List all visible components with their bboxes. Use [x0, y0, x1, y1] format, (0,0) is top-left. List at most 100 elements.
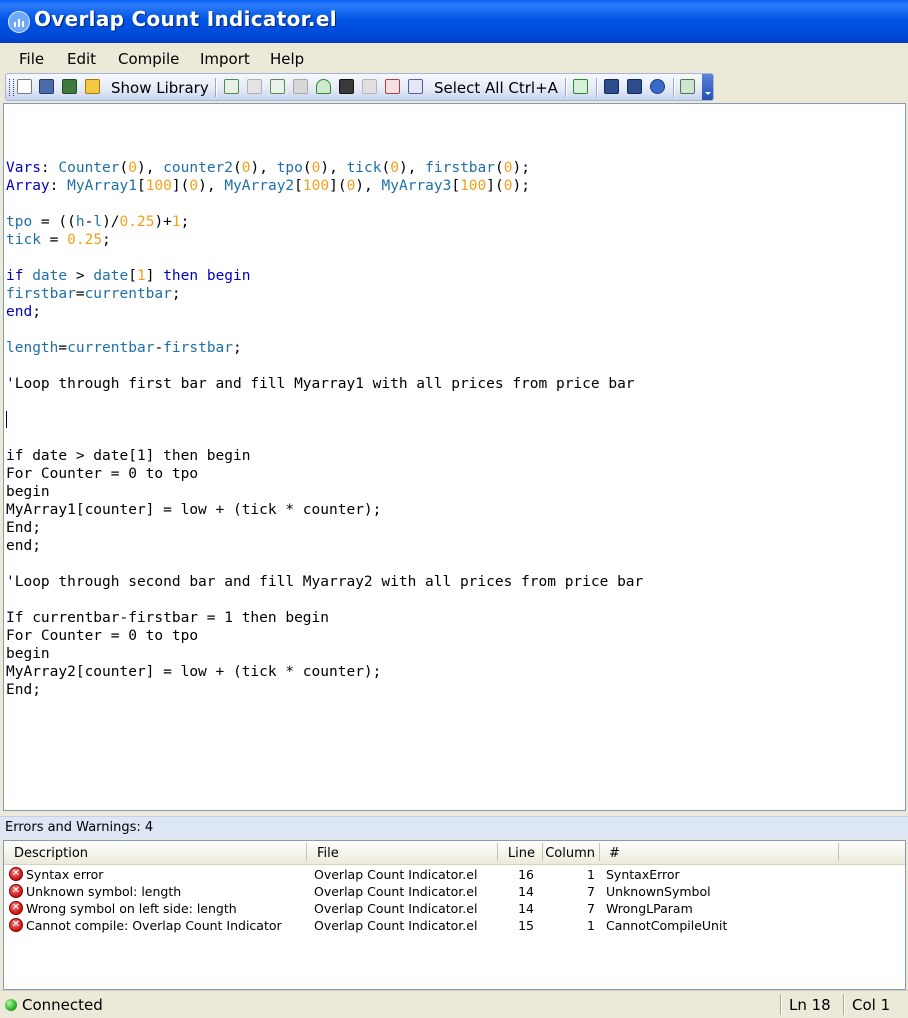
menu-compile[interactable]: Compile	[118, 50, 179, 68]
menu-help[interactable]: Help	[270, 50, 304, 68]
code-line: tick = 0.25;	[6, 232, 111, 248]
code-editor[interactable]: Vars: Counter(0), counter2(0), tpo(0), t…	[3, 103, 906, 811]
undo-icon[interactable]	[293, 79, 308, 94]
status-divider	[780, 994, 782, 1015]
code-line: end;	[6, 304, 41, 320]
find-icon[interactable]	[339, 79, 354, 94]
error-description: Wrong symbol on left side: length	[26, 901, 237, 916]
cursor-line: Ln 18	[789, 996, 831, 1014]
help-topics-icon[interactable]	[604, 79, 619, 94]
properties-icon[interactable]	[680, 79, 695, 94]
code-line: tpo = ((h-l)/0.25)+1;	[6, 214, 190, 230]
text-caret	[6, 411, 7, 428]
code-line: For Counter = 0 to tpo	[6, 466, 199, 482]
code-line: begin	[6, 484, 50, 500]
menu-file[interactable]: File	[19, 50, 44, 68]
errors-list[interactable]: Description File Line Column # ✕ Syntax e…	[3, 840, 906, 990]
context-help-icon[interactable]	[627, 79, 642, 94]
toolbar-overflow-chevron-icon[interactable]	[702, 74, 713, 100]
toolbar-grip[interactable]	[9, 79, 14, 96]
connection-status: Connected	[22, 996, 103, 1014]
code-line: 'Loop through second bar and fill Myarra…	[6, 574, 644, 590]
font-icon[interactable]	[385, 79, 400, 94]
connection-status-icon	[5, 999, 17, 1011]
column-divider[interactable]	[838, 843, 839, 861]
code-line: firstbar=currentbar;	[6, 286, 181, 302]
save-icon[interactable]	[39, 79, 54, 94]
code-line: End;	[6, 520, 41, 536]
code-line: MyArray2[counter] = low + (tick * counte…	[6, 664, 382, 680]
status-divider	[843, 994, 845, 1015]
code-line: Array: MyArray1[100](0), MyArray2[100](0…	[6, 178, 530, 194]
spell-check-icon[interactable]	[408, 79, 423, 94]
errors-panel-header: Errors and Warnings: 4	[0, 816, 908, 839]
menu-import[interactable]: Import	[200, 50, 250, 68]
status-bar: Connected Ln 18 Col 1	[0, 990, 908, 1018]
toolbar-separator	[215, 78, 217, 97]
menu-edit[interactable]: Edit	[67, 50, 96, 68]
code-line: MyArray1[counter] = low + (tick * counte…	[6, 502, 382, 518]
column-header-description[interactable]: Description	[4, 844, 306, 865]
about-icon[interactable]	[650, 79, 665, 94]
column-header-file[interactable]: File	[307, 844, 497, 865]
code-line: For Counter = 0 to tpo	[6, 628, 199, 644]
error-line: 15	[518, 918, 534, 933]
cursor-column: Col 1	[852, 996, 891, 1014]
error-number: SyntaxError	[606, 867, 680, 882]
error-icon: ✕	[9, 867, 23, 881]
show-library-button[interactable]: Show Library	[111, 79, 209, 97]
toolbar: Show Library Select All Ctrl+A	[5, 73, 714, 101]
error-number: UnknownSymbol	[606, 884, 711, 899]
toolbar-separator	[565, 78, 567, 97]
select-all-button[interactable]: Select All Ctrl+A	[434, 79, 558, 97]
toolbar-separator	[596, 78, 598, 97]
error-column: 7	[587, 884, 595, 899]
error-row[interactable]: ✕ Unknown symbol: length Overlap Count Ind…	[4, 883, 905, 900]
error-row[interactable]: ✕ Cannot compile: Overlap Count Indicator…	[4, 917, 905, 934]
code-line: length=currentbar-firstbar;	[6, 340, 242, 356]
column-header-number[interactable]: #	[600, 844, 838, 865]
error-description: Cannot compile: Overlap Count Indicator	[26, 918, 282, 933]
window-title: Overlap Count Indicator.el	[34, 7, 337, 31]
code-text: Vars: Counter(0), counter2(0), tpo(0), t…	[6, 159, 643, 699]
code-line: begin	[6, 646, 50, 662]
redo-icon[interactable]	[316, 79, 331, 94]
save-all-icon[interactable]	[62, 79, 77, 94]
error-file: Overlap Count Indicator.el	[314, 884, 478, 899]
error-row[interactable]: ✕ Syntax error Overlap Count Indicator.el 1…	[4, 866, 905, 883]
app-chart-icon	[8, 11, 30, 33]
error-line: 16	[518, 867, 534, 882]
error-description: Unknown symbol: length	[26, 884, 182, 899]
error-number: WrongLParam	[606, 901, 693, 916]
code-line: End;	[6, 682, 41, 698]
new-file-icon[interactable]	[17, 79, 32, 94]
error-description: Syntax error	[26, 867, 104, 882]
copy-icon[interactable]	[247, 79, 262, 94]
column-header-column[interactable]: Column	[543, 844, 599, 865]
menu-bar: File Edit Compile Import Help	[0, 43, 908, 73]
error-number: CannotCompileUnit	[606, 918, 728, 933]
error-icon: ✕	[9, 884, 23, 898]
error-column: 7	[587, 901, 595, 916]
error-line: 14	[518, 884, 534, 899]
replace-icon[interactable]	[362, 79, 377, 94]
error-row[interactable]: ✕ Wrong symbol on left side: length Overla…	[4, 900, 905, 917]
toolbar-separator	[673, 78, 675, 97]
cut-icon[interactable]	[224, 79, 239, 94]
column-header-line[interactable]: Line	[498, 844, 541, 865]
verify-icon[interactable]	[573, 79, 588, 94]
paste-icon[interactable]	[270, 79, 285, 94]
library-icon[interactable]	[85, 79, 100, 94]
code-line: end;	[6, 538, 41, 554]
title-bar[interactable]: Overlap Count Indicator.el	[0, 0, 908, 43]
error-column: 1	[587, 867, 595, 882]
error-file: Overlap Count Indicator.el	[314, 901, 478, 916]
